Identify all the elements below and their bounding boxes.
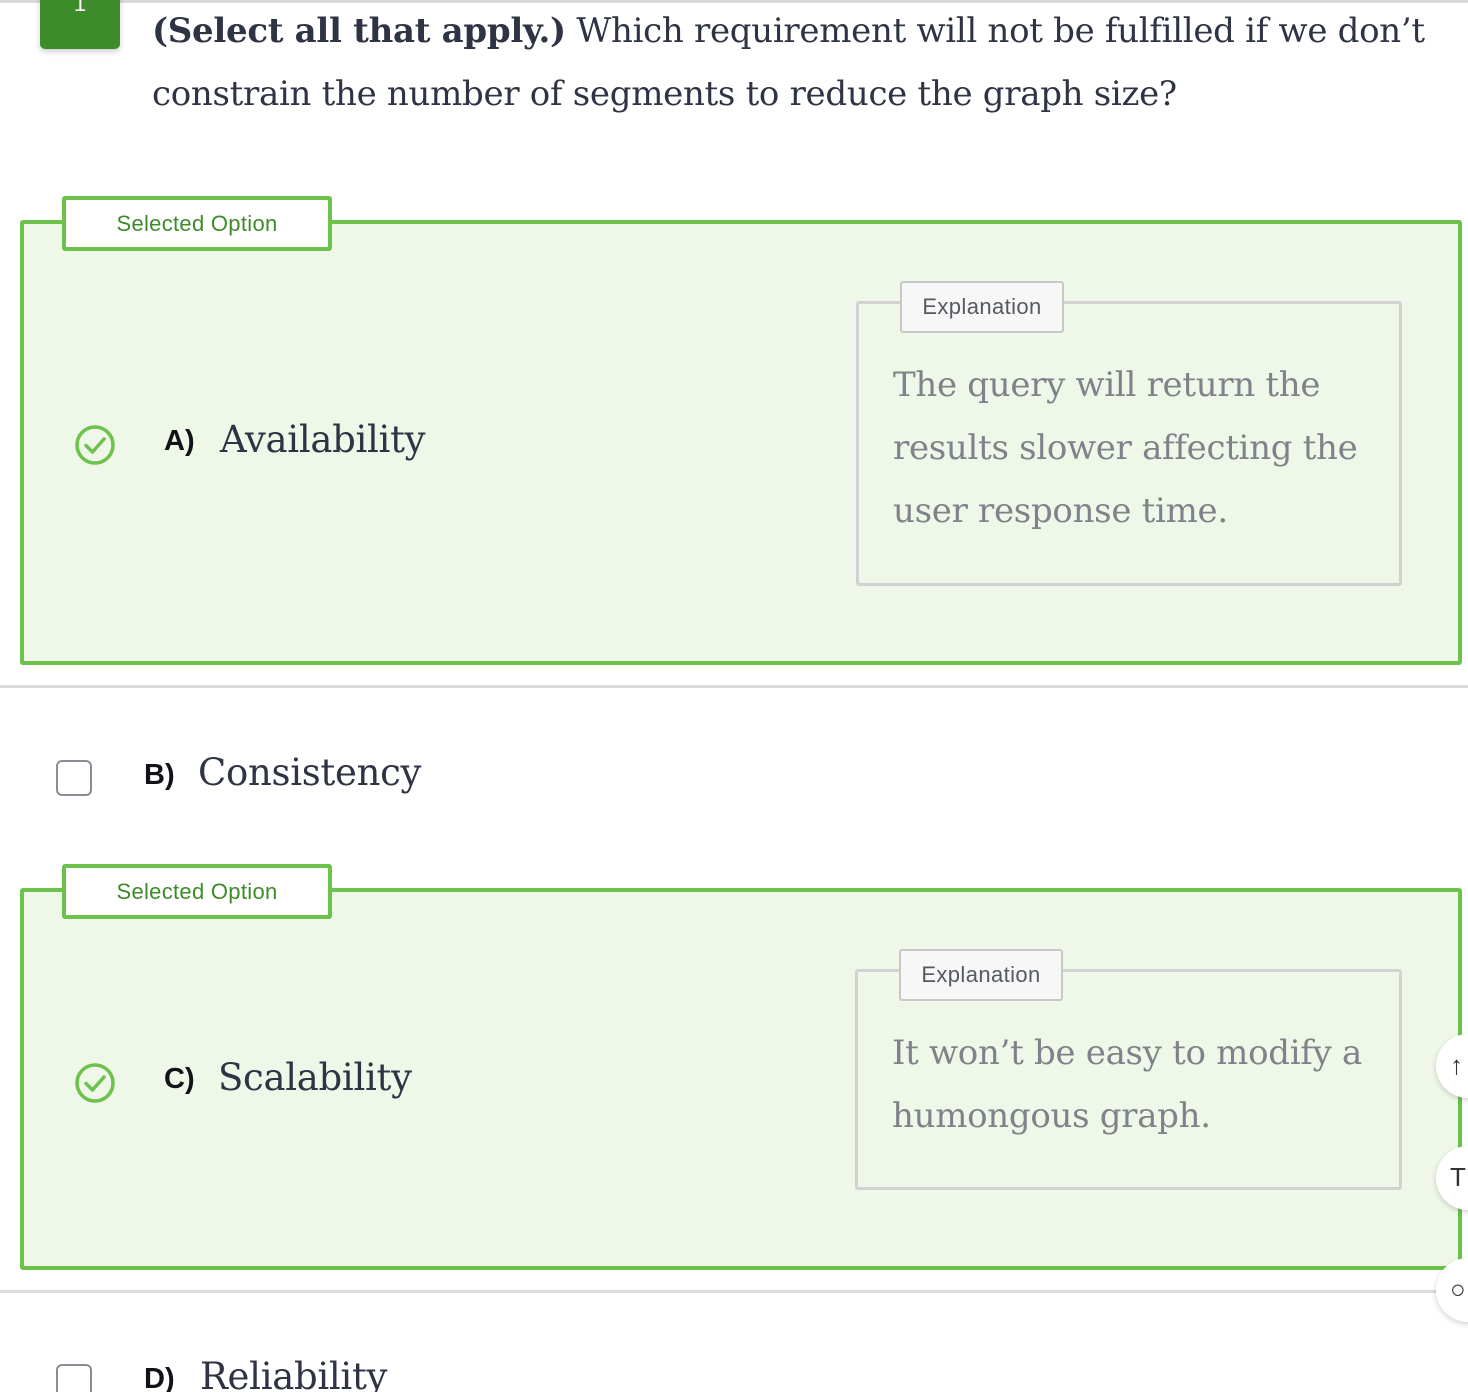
- option-letter: B): [144, 759, 175, 791]
- explanation-text: It won’t be easy to modify a humongous g…: [892, 1033, 1362, 1136]
- explanation-tag: Explanation: [900, 281, 1064, 333]
- explanation-box: Explanation The query will return the re…: [856, 281, 1402, 586]
- quiz-page: 1 (Select all that apply.) Which require…: [0, 0, 1468, 1392]
- option-letter: C): [164, 1063, 195, 1095]
- check-circle-icon: [75, 1063, 115, 1103]
- option-checkbox[interactable]: [56, 760, 92, 796]
- option-checkbox[interactable]: [56, 1364, 92, 1392]
- option-label: Scalability: [218, 1056, 412, 1099]
- option-label: Availability: [220, 418, 426, 461]
- text-icon: T: [1450, 1162, 1466, 1192]
- option-letter: A): [164, 425, 195, 457]
- question-prefix: (Select all that apply.): [152, 11, 566, 51]
- option-a-card[interactable]: Selected Option A) Availability Explanat…: [20, 196, 1462, 665]
- option-letter: D): [144, 1363, 175, 1392]
- explanation-tag: Explanation: [899, 949, 1063, 1001]
- selected-option-tag: Selected Option: [62, 864, 332, 919]
- question-number: 1: [73, 0, 87, 16]
- question-text: (Select all that apply.) Which requireme…: [152, 0, 1452, 126]
- option-divider: [0, 685, 1468, 688]
- question-number-badge: 1: [40, 0, 120, 49]
- explanation-box: Explanation It won’t be easy to modify a…: [855, 949, 1402, 1190]
- option-c-card[interactable]: Selected Option C) Scalability Explanati…: [20, 864, 1462, 1270]
- arrow-up-icon: ↑: [1450, 1050, 1463, 1080]
- option-label: Consistency: [198, 751, 422, 794]
- search-icon: ○: [1450, 1274, 1466, 1304]
- option-label: Reliability: [200, 1355, 388, 1392]
- selected-option-tag: Selected Option: [62, 196, 332, 251]
- option-divider: [0, 1290, 1468, 1293]
- explanation-text: The query will return the results slower…: [893, 365, 1358, 531]
- check-circle-icon: [75, 425, 115, 465]
